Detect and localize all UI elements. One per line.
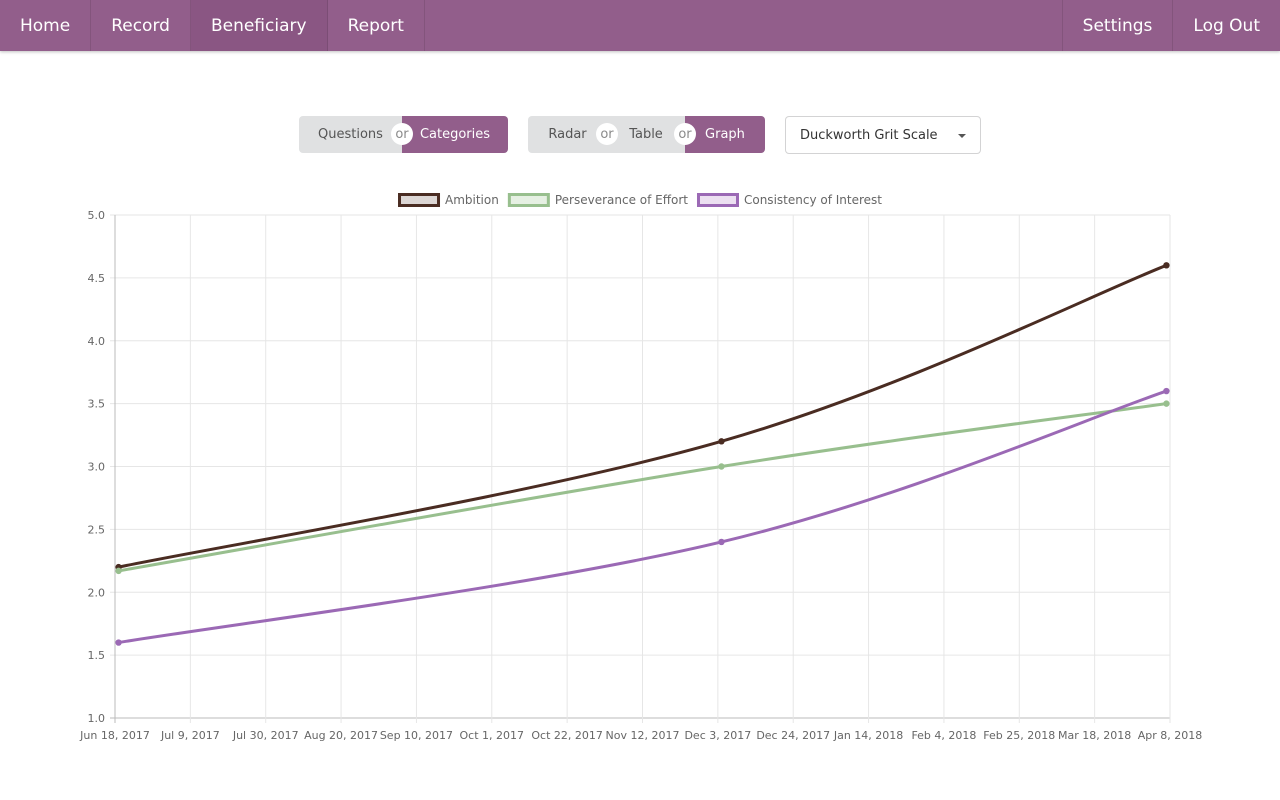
legend-label: Perseverance of Effort (555, 193, 688, 207)
y-tick-label: 5.0 (88, 209, 106, 222)
questions-button[interactable]: Questions (299, 116, 402, 153)
x-tick-label: Jul 30, 2017 (232, 729, 299, 742)
y-tick-label: 4.0 (88, 335, 106, 348)
nav-beneficiary[interactable]: Beneficiary (190, 0, 328, 51)
nav-home[interactable]: Home (0, 0, 92, 51)
or-divider: or (391, 123, 413, 145)
data-point (115, 639, 122, 646)
y-tick-label: 2.5 (88, 523, 106, 536)
y-tick-label: 3.5 (88, 398, 106, 411)
nav-left-group: Home Record Beneficiary Report (0, 0, 425, 51)
data-point (1163, 387, 1170, 395)
legend-label: Ambition (445, 193, 499, 207)
nav-record[interactable]: Record (91, 0, 191, 51)
x-tick-label: Jan 14, 2018 (833, 729, 903, 742)
x-tick-label: Mar 18, 2018 (1058, 729, 1131, 742)
scale-dropdown-value: Duckworth Grit Scale (800, 127, 938, 143)
data-point (718, 538, 725, 546)
x-tick-label: Apr 8, 2018 (1138, 729, 1203, 742)
view-toggle-group: Questions or Categories (299, 116, 508, 153)
x-tick-label: Jul 9, 2017 (160, 729, 220, 742)
categories-button[interactable]: Categories (402, 116, 508, 153)
legend-swatch (398, 193, 441, 207)
x-tick-label: Dec 3, 2017 (684, 729, 751, 742)
data-point (1163, 400, 1170, 407)
or-divider: or (674, 123, 696, 145)
caret-down-icon (958, 134, 966, 138)
x-tick-label: Feb 4, 2018 (911, 729, 976, 742)
y-tick-label: 1.5 (88, 649, 106, 662)
y-tick-label: 3.0 (88, 461, 106, 474)
x-tick-label: Aug 20, 2017 (304, 729, 378, 742)
legend-swatch (696, 193, 739, 207)
data-point (718, 438, 725, 445)
x-tick-label: Feb 25, 2018 (983, 729, 1055, 742)
y-tick-label: 1.0 (88, 712, 106, 725)
x-tick-label: Oct 1, 2017 (460, 729, 525, 742)
legend-swatch (507, 193, 550, 207)
x-tick-label: Dec 24, 2017 (756, 729, 830, 742)
line-chart: 1.0 1.5 2.0 2.5 3.0 3.5 4.0 4.5 5.0 Jun 18, 2017 J… (79, 193, 1203, 742)
x-tick-label: Jun 18, 2017 (79, 729, 150, 742)
nav-report[interactable]: Report (328, 0, 425, 51)
nav-settings[interactable]: Settings (1061, 0, 1173, 51)
data-point (115, 567, 122, 575)
data-point (718, 463, 725, 470)
or-divider: or (596, 123, 618, 145)
display-toggle-group: Radar or Table or Graph (528, 116, 765, 153)
x-tick-label: Nov 12, 2017 (606, 729, 680, 742)
y-tick-label: 2.0 (88, 586, 106, 599)
top-nav: Home Record Beneficiary Report Settings … (0, 0, 1280, 51)
graph-button[interactable]: Graph (685, 116, 765, 153)
x-tick-label: Oct 22, 2017 (531, 729, 603, 742)
y-tick-label: 4.5 (88, 272, 106, 285)
scale-dropdown[interactable]: Duckworth Grit Scale (785, 116, 981, 154)
nav-logout[interactable]: Log Out (1172, 0, 1280, 51)
legend-label: Consistency of Interest (744, 193, 882, 207)
data-point (1163, 262, 1170, 269)
report-controls: Questions or Categories Radar or Table o… (0, 116, 1280, 154)
nav-right-group: Settings Log Out (1061, 0, 1280, 51)
x-tick-label: Sep 10, 2017 (380, 729, 453, 742)
